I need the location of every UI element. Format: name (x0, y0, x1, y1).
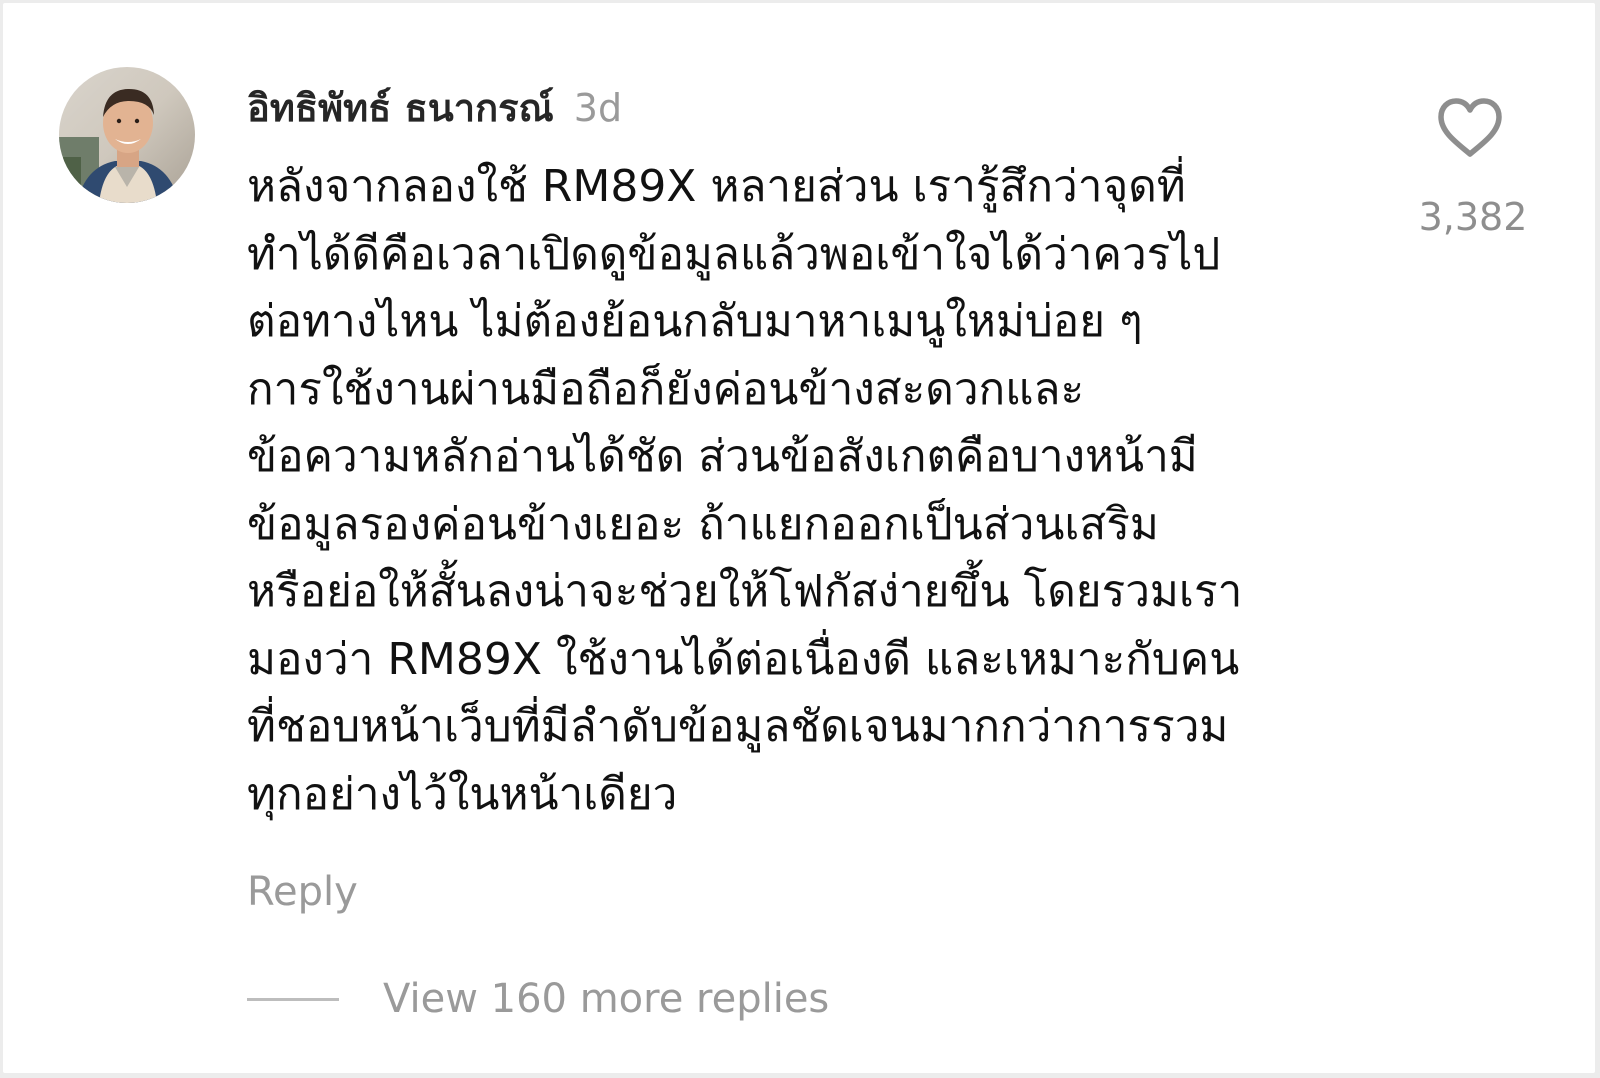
comment-card: อิทธิพัทธ์ ธนากรณ์ 3d หลังจากลองใช้ RM89… (3, 3, 1595, 1073)
like-button[interactable] (1435, 97, 1505, 159)
view-replies-label: View 160 more replies (383, 976, 830, 1022)
comment-timestamp: 3d (573, 86, 623, 130)
like-count: 3,382 (1418, 195, 1528, 239)
avatar-photo (59, 67, 195, 203)
comment-text: หลังจากลองใช้ RM89X หลายส่วน เรารู้สึกว่… (247, 161, 1243, 820)
reply-button[interactable]: Reply (247, 869, 358, 915)
avatar[interactable] (59, 67, 195, 203)
heart-outline-icon (1438, 98, 1502, 157)
comment-header: อิทธิพัทธ์ ธนากรณ์ 3d (247, 77, 622, 133)
replies-divider-line (247, 997, 339, 1001)
username[interactable]: อิทธิพัทธ์ ธนากรณ์ (247, 77, 554, 138)
view-replies-button[interactable]: View 160 more replies (247, 971, 829, 1027)
